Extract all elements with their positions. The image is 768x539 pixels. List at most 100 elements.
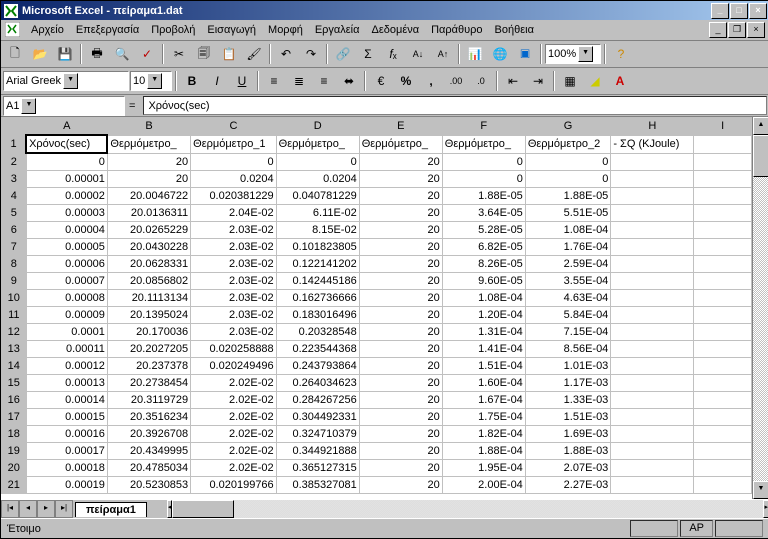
menu-edit[interactable]: Επεξεργασία bbox=[70, 22, 145, 38]
menu-data[interactable]: Δεδομένα bbox=[366, 22, 426, 38]
italic-button[interactable]: I bbox=[205, 69, 229, 93]
cell[interactable]: 0 bbox=[442, 153, 525, 171]
sort-asc-button[interactable]: A↓ bbox=[406, 42, 430, 66]
row-header[interactable]: 19 bbox=[2, 443, 27, 460]
cell[interactable]: 0.00002 bbox=[26, 188, 107, 205]
select-all-corner[interactable] bbox=[2, 118, 27, 136]
cell[interactable]: 1.82E-04 bbox=[442, 426, 525, 443]
cell[interactable]: 1.08E-04 bbox=[442, 290, 525, 307]
cell[interactable] bbox=[611, 392, 694, 409]
column-header[interactable]: I bbox=[694, 118, 752, 136]
cell[interactable] bbox=[694, 460, 752, 477]
cell[interactable]: 2.02E-02 bbox=[191, 409, 277, 426]
cell[interactable]: 0.020381229 bbox=[191, 188, 277, 205]
cell[interactable]: 5.51E-05 bbox=[525, 205, 611, 222]
row-header[interactable]: 6 bbox=[2, 222, 27, 239]
tab-nav-last[interactable]: ▸| bbox=[55, 500, 73, 518]
cell[interactable] bbox=[611, 188, 694, 205]
cell[interactable]: 1.76E-04 bbox=[525, 239, 611, 256]
cell[interactable]: 20.5230853 bbox=[107, 477, 190, 494]
font-combo[interactable]: Arial Greek▼ bbox=[3, 71, 129, 91]
cell[interactable] bbox=[611, 171, 694, 188]
cell[interactable]: 0.122141202 bbox=[276, 256, 359, 273]
doc-minimize-button[interactable]: _ bbox=[709, 22, 727, 38]
cell[interactable]: 20 bbox=[359, 222, 442, 239]
row-header[interactable]: 10 bbox=[2, 290, 27, 307]
cell[interactable] bbox=[611, 324, 694, 341]
cell[interactable]: 3.55E-04 bbox=[525, 273, 611, 290]
cell[interactable]: 0.0204 bbox=[276, 171, 359, 188]
cell[interactable] bbox=[694, 477, 752, 494]
cell[interactable]: 2.02E-02 bbox=[191, 460, 277, 477]
formula-bar[interactable]: Χρόνος(sec) bbox=[143, 96, 767, 115]
borders-button[interactable]: ▦ bbox=[558, 69, 582, 93]
cell[interactable]: 0.344921888 bbox=[276, 443, 359, 460]
cell[interactable]: 6.11E-02 bbox=[276, 205, 359, 222]
column-header[interactable]: H bbox=[611, 118, 694, 136]
cell[interactable]: 0.142445186 bbox=[276, 273, 359, 290]
cell[interactable]: 2.07E-03 bbox=[525, 460, 611, 477]
save-button[interactable]: 💾 bbox=[53, 42, 77, 66]
cut-button[interactable]: ✂ bbox=[167, 42, 191, 66]
cell[interactable]: 0.00017 bbox=[26, 443, 107, 460]
cell[interactable]: 1.51E-04 bbox=[442, 358, 525, 375]
cell[interactable]: 0.264034623 bbox=[276, 375, 359, 392]
cell[interactable]: 1.67E-04 bbox=[442, 392, 525, 409]
font-color-button[interactable]: A bbox=[608, 69, 632, 93]
chevron-down-icon[interactable]: ▼ bbox=[21, 98, 36, 114]
cell[interactable]: 0.00018 bbox=[26, 460, 107, 477]
spellcheck-button[interactable]: ✓ bbox=[135, 42, 159, 66]
chart-button[interactable]: 📊 bbox=[463, 42, 487, 66]
cell[interactable]: 0 bbox=[525, 171, 611, 188]
drawing-button[interactable]: 🞕 bbox=[513, 42, 537, 66]
cell[interactable]: 0.20328548 bbox=[276, 324, 359, 341]
cell[interactable]: 0.00003 bbox=[26, 205, 107, 222]
cell[interactable]: Θερμόμετρο_2 bbox=[525, 135, 611, 153]
cell[interactable]: Θερμόμετρο_1 bbox=[191, 135, 277, 153]
cell[interactable] bbox=[694, 256, 752, 273]
cell[interactable]: 20 bbox=[359, 153, 442, 171]
decrease-decimal-button[interactable]: .0 bbox=[469, 69, 493, 93]
cell[interactable]: 0 bbox=[525, 153, 611, 171]
menu-window[interactable]: Παράθυρο bbox=[425, 22, 488, 38]
cell[interactable]: 20.3516234 bbox=[107, 409, 190, 426]
cell[interactable]: 20.1113134 bbox=[107, 290, 190, 307]
horizontal-scrollbar[interactable]: ◂ ▸ bbox=[167, 500, 768, 518]
cell[interactable]: 4.63E-04 bbox=[525, 290, 611, 307]
cell[interactable]: 1.88E-03 bbox=[525, 443, 611, 460]
comma-button[interactable]: , bbox=[419, 69, 443, 93]
tab-nav-first[interactable]: |◂ bbox=[1, 500, 19, 518]
column-header[interactable]: A bbox=[26, 118, 107, 136]
copy-button[interactable]: 🗐 bbox=[192, 42, 216, 66]
cell[interactable]: 0.00001 bbox=[26, 171, 107, 188]
cell[interactable]: 0.365127315 bbox=[276, 460, 359, 477]
align-right-button[interactable]: ≡ bbox=[312, 69, 336, 93]
row-header[interactable]: 21 bbox=[2, 477, 27, 494]
cell[interactable]: 20 bbox=[359, 324, 442, 341]
sort-desc-button[interactable]: A↑ bbox=[431, 42, 455, 66]
new-button[interactable]: 🗋 bbox=[3, 42, 27, 66]
cell[interactable]: 2.03E-02 bbox=[191, 239, 277, 256]
cell[interactable] bbox=[611, 409, 694, 426]
cell[interactable]: 20.3926708 bbox=[107, 426, 190, 443]
align-center-button[interactable]: ≣ bbox=[287, 69, 311, 93]
cell[interactable]: 20.4785034 bbox=[107, 460, 190, 477]
name-box[interactable]: A1▼ bbox=[3, 96, 125, 116]
cell[interactable]: 1.31E-04 bbox=[442, 324, 525, 341]
row-header[interactable]: 7 bbox=[2, 239, 27, 256]
cell[interactable]: 2.03E-02 bbox=[191, 307, 277, 324]
menu-insert[interactable]: Εισαγωγή bbox=[201, 22, 262, 38]
menu-format[interactable]: Μορφή bbox=[262, 22, 309, 38]
cell[interactable] bbox=[694, 392, 752, 409]
cell[interactable]: 20 bbox=[359, 256, 442, 273]
cell[interactable]: 2.27E-03 bbox=[525, 477, 611, 494]
cell[interactable]: 20 bbox=[359, 375, 442, 392]
cell[interactable]: 1.08E-04 bbox=[525, 222, 611, 239]
cell[interactable] bbox=[611, 443, 694, 460]
cell[interactable]: 20 bbox=[107, 153, 190, 171]
cell[interactable]: 0.00011 bbox=[26, 341, 107, 358]
doc-close-button[interactable]: × bbox=[747, 22, 765, 38]
cell[interactable]: 20 bbox=[359, 426, 442, 443]
cell[interactable]: 2.03E-02 bbox=[191, 256, 277, 273]
cell[interactable]: 20 bbox=[359, 358, 442, 375]
